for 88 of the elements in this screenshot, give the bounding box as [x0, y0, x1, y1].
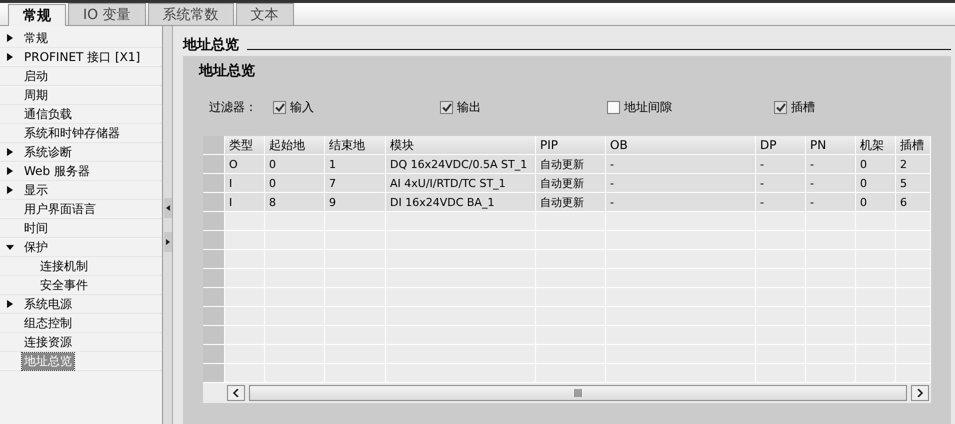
table-cell: -	[756, 174, 806, 192]
tab[interactable]: 文本	[236, 3, 294, 25]
column-header[interactable]: 结束地	[325, 136, 386, 154]
scroll-right-button[interactable]	[911, 385, 929, 401]
tab[interactable]: 常规	[8, 4, 66, 26]
table-cell: -	[756, 155, 806, 173]
column-header[interactable]: 起始地	[265, 136, 325, 154]
expanded-arrow-icon[interactable]	[6, 243, 14, 251]
table-cell: AI 4xU/I/RTD/TC ST_1	[386, 174, 536, 192]
table-cell: 自动更新	[536, 174, 606, 192]
filter-label: 过滤器：	[209, 98, 258, 116]
table-cell: 0	[265, 155, 325, 173]
table-cell: -	[606, 174, 756, 192]
left-arrow-icon[interactable]	[166, 205, 170, 211]
table-cell: 8	[265, 193, 325, 211]
scroll-left-button[interactable]	[227, 385, 245, 401]
chevron-left-icon	[233, 389, 239, 397]
checkbox[interactable]	[273, 100, 286, 114]
table-cell: -	[606, 155, 756, 173]
table-cell: -	[806, 155, 856, 173]
table-cell: -	[606, 193, 756, 211]
column-header[interactable]: 模块	[386, 136, 536, 154]
nav-item[interactable]: 用户界面语言	[22, 200, 98, 218]
checkbox-label: 输出	[457, 98, 481, 116]
table-cell: 7	[325, 174, 386, 192]
table-cell: 5	[896, 174, 931, 192]
checkbox[interactable]	[774, 100, 787, 114]
table-cell: -	[756, 193, 806, 211]
table-cell: DI 16x24VDC BA_1	[386, 193, 536, 211]
nav-item[interactable]: 安全事件	[38, 276, 90, 294]
column-header[interactable]: 类型	[225, 136, 265, 154]
column-header[interactable]: 机架	[856, 136, 896, 154]
collapsed-arrow-icon[interactable]	[6, 53, 14, 61]
checkbox[interactable]	[607, 100, 620, 114]
table-cell: I	[225, 174, 265, 192]
checkbox-label: 插槽	[791, 98, 815, 116]
nav-item[interactable]: 地址总览	[22, 352, 74, 370]
collapsed-arrow-icon[interactable]	[6, 148, 14, 156]
tab[interactable]: 系统常数	[148, 3, 234, 25]
table-cell: 0	[856, 155, 896, 173]
column-header[interactable]: OB	[606, 136, 756, 154]
collapsed-arrow-icon[interactable]	[6, 34, 14, 42]
nav-item[interactable]: 组态控制	[22, 314, 74, 332]
panel-title: 地址总览	[199, 62, 256, 81]
nav-item[interactable]: 通信负载	[22, 106, 74, 122]
nav-item[interactable]: 连接机制	[38, 258, 90, 274]
table-cell: DQ 16x24VDC/0.5A ST_1	[386, 155, 536, 173]
section-title: 地址总览	[183, 36, 239, 54]
column-header[interactable]: 插槽	[896, 136, 931, 154]
checkbox[interactable]	[440, 100, 453, 114]
table-cell: 自动更新	[536, 155, 606, 173]
table-cell: 1	[325, 155, 386, 173]
table-cell: 0	[856, 193, 896, 211]
column-header[interactable]: PN	[806, 136, 856, 154]
nav-item[interactable]: 系统电源	[22, 296, 74, 312]
collapsed-arrow-icon[interactable]	[6, 167, 14, 175]
table-cell: O	[225, 155, 265, 173]
table-cell: 6	[896, 193, 931, 211]
right-arrow-icon[interactable]	[166, 239, 170, 245]
tab[interactable]: IO 变量	[68, 3, 146, 25]
collapsed-arrow-icon[interactable]	[6, 186, 14, 194]
nav-item[interactable]: 保护	[22, 238, 50, 256]
column-header[interactable]: PIP	[536, 136, 606, 154]
table-cell: -	[806, 193, 856, 211]
nav-item[interactable]: 连接资源	[22, 334, 74, 350]
table-cell: 0	[856, 174, 896, 192]
table-cell: 自动更新	[536, 193, 606, 211]
checkbox-label: 地址间隙	[624, 98, 672, 116]
scrollbar-thumb[interactable]	[249, 385, 907, 401]
table-cell: -	[806, 174, 856, 192]
table-cell: I	[225, 193, 265, 211]
chevron-right-icon	[917, 389, 923, 397]
nav-item[interactable]: Web 服务器	[22, 162, 92, 180]
nav-item[interactable]: PROFINET 接口 [X1]	[22, 48, 142, 66]
table-cell: 0	[265, 174, 325, 192]
nav-item[interactable]: 显示	[22, 182, 50, 198]
table-cell: 9	[325, 193, 386, 211]
checkbox-label: 输入	[290, 98, 314, 116]
collapsed-arrow-icon[interactable]	[6, 300, 14, 308]
nav-item[interactable]: 系统和时钟存储器	[22, 124, 122, 142]
nav-item[interactable]: 常规	[22, 30, 50, 46]
nav-item[interactable]: 系统诊断	[22, 144, 74, 160]
table-cell: 2	[896, 155, 931, 173]
nav-item[interactable]: 启动	[22, 68, 50, 84]
nav-item[interactable]: 时间	[22, 220, 50, 236]
grip-icon	[574, 389, 582, 397]
nav-item[interactable]: 周期	[22, 86, 50, 104]
column-header[interactable]: DP	[756, 136, 806, 154]
